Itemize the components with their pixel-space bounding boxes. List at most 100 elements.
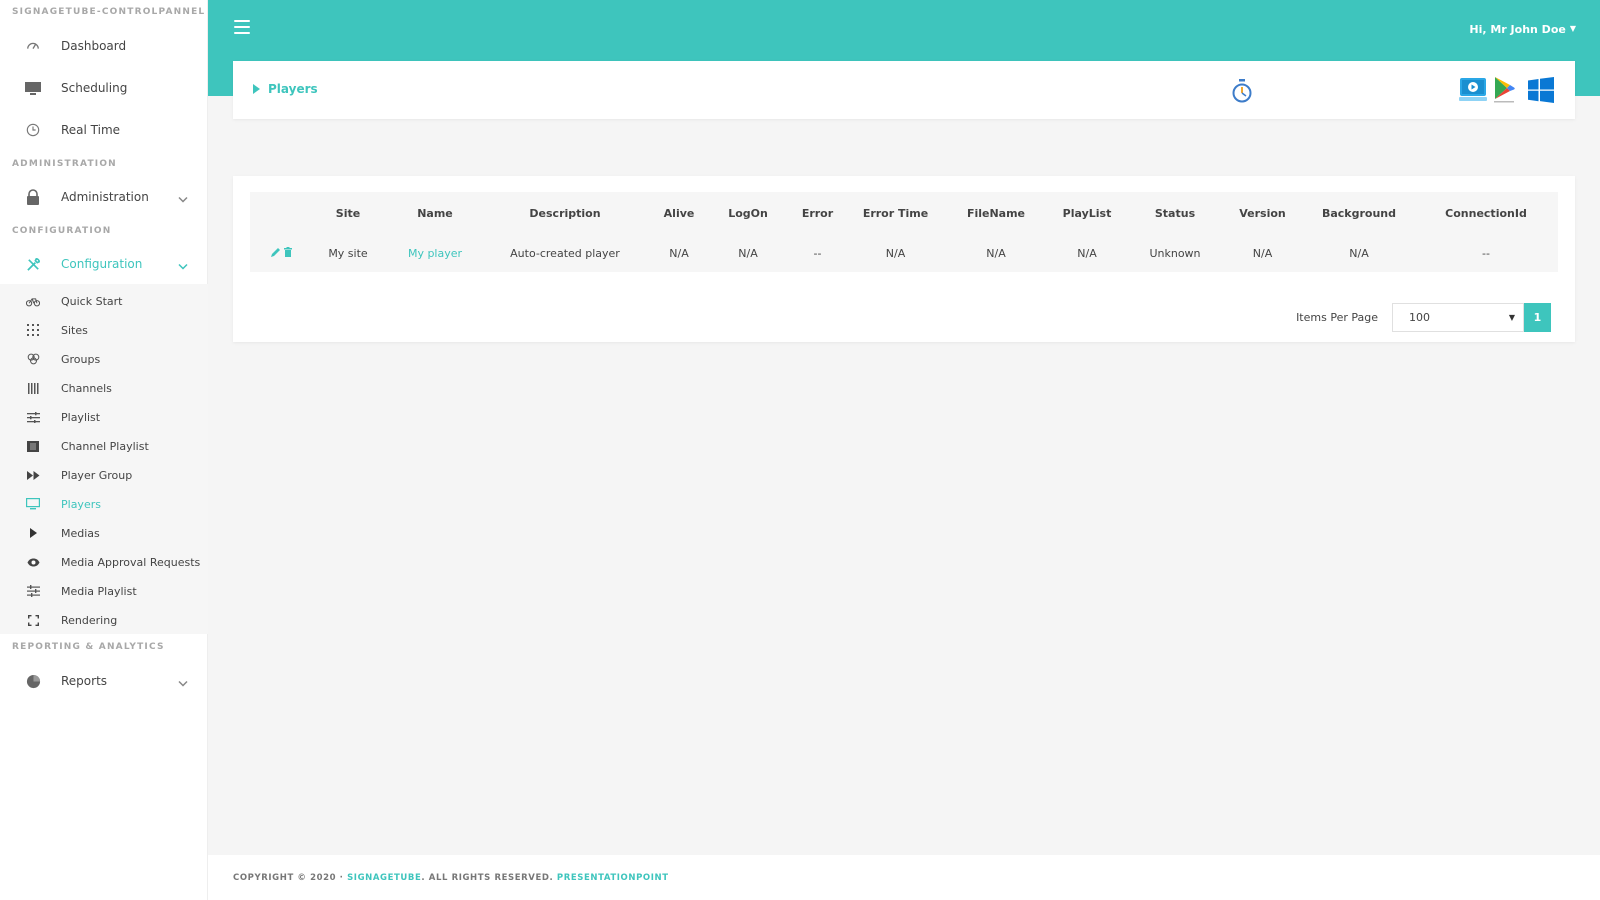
sidebar-item-administration[interactable]: Administration (0, 185, 208, 209)
sidebar-item-label: Players (61, 497, 101, 511)
sidebar-item-real-time[interactable]: Real Time (0, 118, 208, 142)
film-icon (25, 438, 41, 454)
sidebar-item-players[interactable]: Players (0, 495, 208, 513)
col-error[interactable]: Error (782, 207, 853, 220)
col-version[interactable]: Version (1230, 207, 1295, 220)
sidebar-item-dashboard[interactable]: Dashboard (0, 34, 208, 58)
cell-connection-id: -- (1482, 246, 1490, 260)
hamburger-menu-icon[interactable] (234, 20, 250, 34)
col-filename[interactable]: FileName (938, 207, 1054, 220)
items-per-page-label: Items Per Page (1296, 311, 1378, 324)
sidebar-item-medias[interactable]: Medias (0, 524, 208, 542)
lock-icon (25, 189, 41, 205)
items-per-page-value: 100 (1409, 311, 1430, 324)
sidebar-item-sites[interactable]: Sites (0, 321, 208, 339)
cell-alive: N/A (669, 246, 689, 260)
cell-version: N/A (1252, 246, 1273, 260)
chevron-down-icon (178, 188, 188, 207)
footer-copyright: COPYRIGHT © 2020 · SIGNAGETUBE. ALL RIGH… (233, 873, 669, 883)
topbar: Hi, Mr John Doe ▼ (208, 0, 1600, 60)
cell-filename: N/A (986, 246, 1006, 260)
sidebar-item-groups[interactable]: Groups (0, 350, 208, 368)
col-alive[interactable]: Alive (644, 207, 714, 220)
col-error-time[interactable]: Error Time (853, 207, 938, 220)
table-header: Site Name Description Alive LogOn Error … (250, 192, 1558, 234)
col-connection-id[interactable]: ConnectionId (1423, 207, 1549, 220)
clock-icon (25, 122, 41, 138)
col-status[interactable]: Status (1120, 207, 1230, 220)
cell-background: N/A (1349, 246, 1369, 260)
chevron-down-icon (178, 672, 188, 691)
cell-site: My site (328, 246, 368, 260)
col-playlist[interactable]: PlayList (1054, 207, 1120, 220)
sidebar-item-label: Dashboard (61, 39, 127, 53)
page-button[interactable]: 1 (1524, 303, 1551, 332)
grid-icon (25, 322, 41, 338)
sliders-icon (25, 409, 41, 425)
caret-down-icon: ▼ (1569, 24, 1576, 33)
rights-text: . ALL RIGHTS RESERVED. (421, 873, 554, 883)
col-name[interactable]: Name (384, 207, 486, 220)
dropdown-arrow-icon: ▼ (1508, 313, 1515, 322)
sidebar-item-rendering[interactable]: Rendering (0, 611, 208, 629)
company-link[interactable]: PRESENTATIONPOINT (557, 873, 669, 883)
col-site[interactable]: Site (312, 207, 384, 220)
chevron-down-icon (178, 255, 188, 274)
sidebar-item-label: Sites (61, 323, 88, 337)
google-play-icon[interactable] (1492, 76, 1516, 108)
cell-name-link[interactable]: My player (384, 247, 486, 260)
footer: COPYRIGHT © 2020 · SIGNAGETUBE. ALL RIGH… (208, 855, 1600, 900)
sidebar-item-label: Channels (61, 381, 112, 395)
players-table-card: Site Name Description Alive LogOn Error … (233, 176, 1575, 342)
play-icon (25, 525, 41, 541)
sidebar-item-configuration[interactable]: Configuration (0, 252, 208, 276)
user-greeting: Hi, Mr John Doe (1469, 23, 1566, 36)
play-triangle-icon (253, 84, 260, 94)
col-description[interactable]: Description (486, 207, 644, 220)
pagination: Items Per Page 100 ▼ 1 (1296, 303, 1551, 332)
sidebar-item-label: Reports (61, 674, 108, 688)
sidebar-item-player-group[interactable]: Player Group (0, 466, 208, 484)
sidebar-item-label: Real Time (61, 123, 121, 137)
pie-chart-icon (25, 673, 41, 689)
breadcrumb[interactable]: Players (253, 82, 318, 96)
edit-icon[interactable] (270, 247, 281, 260)
items-per-page-select[interactable]: 100 ▼ (1392, 303, 1524, 332)
sidebar-item-channel-playlist[interactable]: Channel Playlist (0, 437, 208, 455)
sidebar-item-label: Media Approval Requests (61, 555, 201, 569)
copyright-text: COPYRIGHT © 2020 · (233, 873, 344, 883)
cell-error: -- (813, 246, 822, 260)
sidebar: SIGNAGETUBE-CONTROLPANNEL Dashboard Sche… (0, 0, 208, 900)
sidebar-item-label: Rendering (61, 613, 118, 627)
player-app-icon[interactable] (1459, 77, 1487, 107)
app-name: SIGNAGETUBE-CONTROLPANNEL (12, 7, 206, 17)
breadcrumb-bar: Players (233, 61, 1575, 119)
cell-description: Auto-created player (510, 246, 620, 260)
section-header-reporting: REPORTING & ANALYTICS (12, 642, 165, 652)
players-table: Site Name Description Alive LogOn Error … (250, 192, 1558, 272)
sidebar-item-label: Administration (61, 190, 149, 204)
monitor-icon (25, 80, 41, 96)
table-row: My site My player Auto-created player N/… (250, 234, 1558, 272)
circles-icon (25, 351, 41, 367)
bars-icon (25, 380, 41, 396)
brand-link[interactable]: SIGNAGETUBE (347, 873, 421, 883)
sidebar-item-playlist[interactable]: Playlist (0, 408, 208, 426)
sidebar-item-reports[interactable]: Reports (0, 669, 208, 693)
col-background[interactable]: Background (1295, 207, 1423, 220)
sidebar-item-scheduling[interactable]: Scheduling (0, 76, 208, 100)
user-menu[interactable]: Hi, Mr John Doe ▼ (1469, 23, 1576, 36)
sidebar-item-label: Player Group (61, 468, 133, 482)
equalizer-icon (25, 583, 41, 599)
sidebar-item-media-playlist[interactable]: Media Playlist (0, 582, 208, 600)
windows-icon[interactable] (1528, 77, 1554, 107)
sidebar-item-media-approval-requests[interactable]: Media Approval Requests (0, 553, 208, 571)
delete-icon[interactable] (283, 246, 292, 260)
bicycle-icon (25, 293, 41, 309)
stopwatch-icon[interactable] (1231, 79, 1253, 107)
cell-logon: N/A (738, 246, 758, 260)
sidebar-item-label: Quick Start (61, 294, 123, 308)
sidebar-item-quick-start[interactable]: Quick Start (0, 292, 208, 310)
col-logon[interactable]: LogOn (714, 207, 782, 220)
sidebar-item-channels[interactable]: Channels (0, 379, 208, 397)
